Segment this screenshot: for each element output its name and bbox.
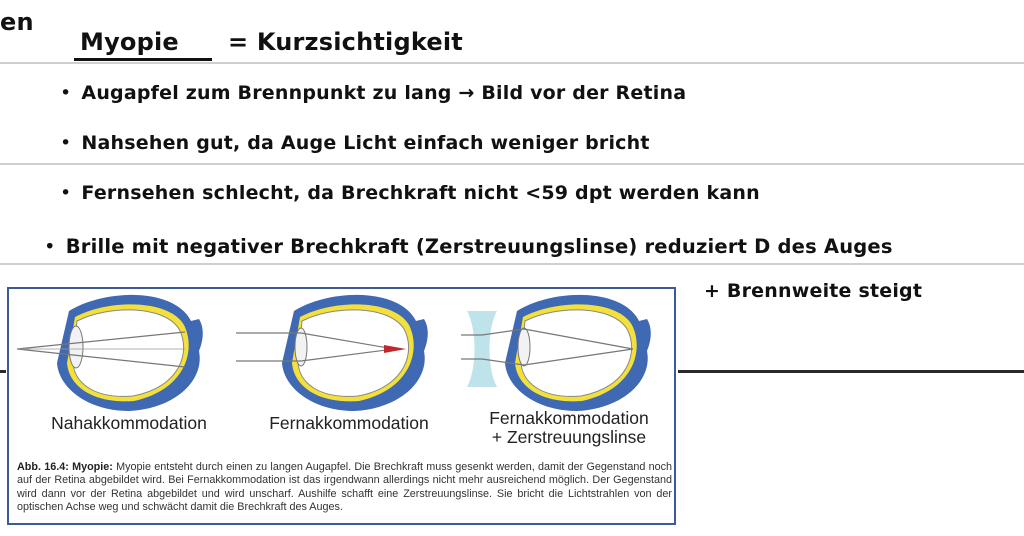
notebook-rule-dark (0, 370, 6, 373)
title-underline (74, 58, 212, 61)
myopia-figure: Nahakkommodation Fernakkommodation Ferna… (7, 287, 676, 525)
panel-label-far-with-lens: Fernakkommodation + Zerstreuungslinse (489, 408, 649, 447)
panel-label-near: Nahakkommodation (51, 413, 207, 433)
corner-fragment: en (0, 8, 34, 36)
note-line-2: Nahsehen gut, da Auge Licht einfach weni… (60, 132, 650, 154)
note-line-1: Augapfel zum Brennpunkt zu lang → Bild v… (60, 82, 686, 104)
eye-diagram-near (16, 294, 203, 411)
diverging-lens-icon (467, 311, 497, 387)
note-title: Myopie (80, 28, 179, 56)
notebook-rule-dark (678, 370, 1024, 373)
notebook-rule (0, 163, 1024, 165)
notebook-rule (0, 263, 1024, 265)
caption-text: Myopie entsteht durch einen zu langen Au… (17, 461, 673, 514)
eye-diagram-far (236, 294, 428, 411)
note-line-4: Brille mit negativer Brechkraft (Zerstre… (44, 235, 893, 258)
figure-caption: Abb. 16.4: Myopie: Myopie entsteht durch… (17, 461, 672, 515)
notebook-rule (0, 62, 1024, 64)
note-line-5: + Brennweite steigt (704, 280, 923, 302)
panel-label-far: Fernakkommodation (269, 413, 429, 433)
note-line-3: Fernsehen schlecht, da Brechkraft nicht … (60, 182, 760, 204)
eye-diagram-far-with-lens (461, 294, 651, 411)
caption-heading: Abb. 16.4: Myopie: (17, 461, 113, 473)
note-title-definition: = Kurzsichtigkeit (228, 28, 463, 56)
